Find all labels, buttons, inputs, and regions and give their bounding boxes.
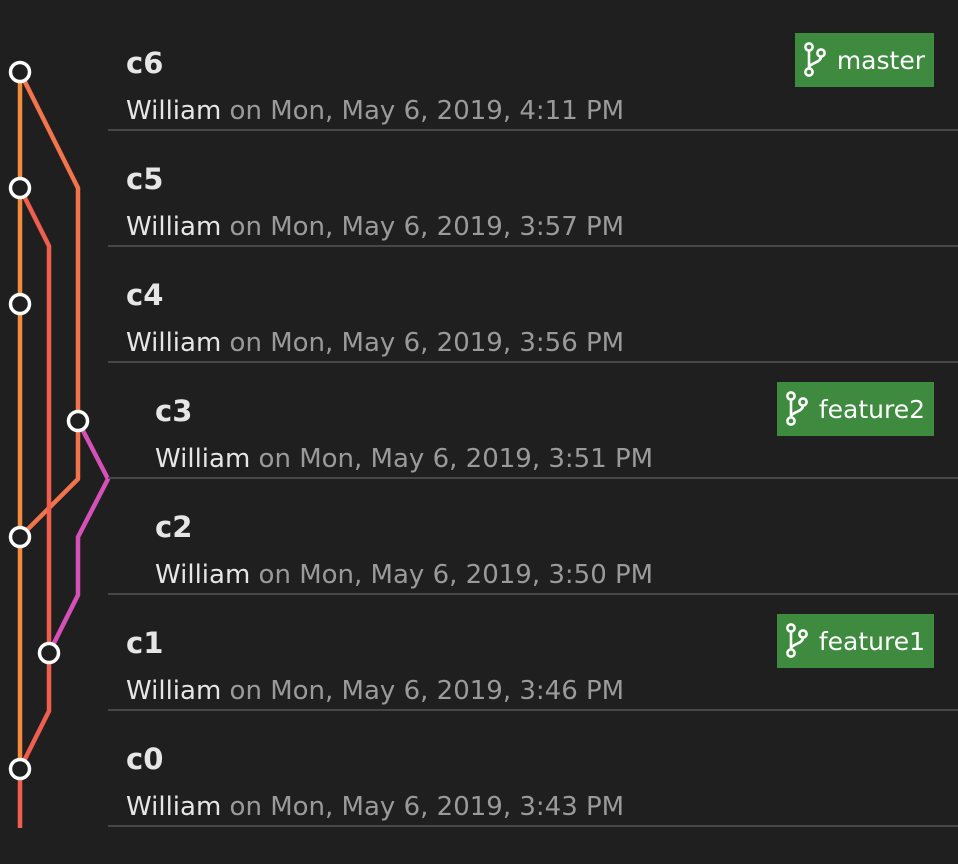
commit-meta: William on Mon, May 6, 2019, 3:50 PM xyxy=(155,562,653,588)
branch-badge-feature1[interactable]: feature1 xyxy=(776,614,934,668)
commit-author: William xyxy=(126,96,222,126)
commit-date: on Mon, May 6, 2019, 3:43 PM xyxy=(221,792,625,822)
branch-badge-feature2[interactable]: feature2 xyxy=(776,382,934,436)
commit-title: c3 xyxy=(155,394,193,428)
commit-date: on Mon, May 6, 2019, 3:51 PM xyxy=(250,444,654,474)
commit-row-c1[interactable]: c1 William on Mon, May 6, 2019, 3:46 PM … xyxy=(108,596,958,711)
commit-title: c2 xyxy=(155,510,193,544)
commit-row-c2[interactable]: c2 William on Mon, May 6, 2019, 3:50 PM xyxy=(108,480,958,595)
commit-row-c6[interactable]: c6 William on Mon, May 6, 2019, 4:11 PM … xyxy=(108,16,958,131)
commit-date: on Mon, May 6, 2019, 3:56 PM xyxy=(221,328,625,358)
commit-graph xyxy=(8,60,111,828)
commit-node-c4[interactable] xyxy=(8,292,32,316)
commit-meta: William on Mon, May 6, 2019, 3:51 PM xyxy=(155,446,653,472)
commit-title: c5 xyxy=(126,162,164,196)
commit-title: c4 xyxy=(126,278,164,312)
commit-row-c4[interactable]: c4 William on Mon, May 6, 2019, 3:56 PM xyxy=(108,248,958,363)
commit-author: William xyxy=(126,676,222,706)
commit-author: William xyxy=(155,444,251,474)
commit-node-c0[interactable] xyxy=(8,757,32,781)
branch-label: feature2 xyxy=(818,394,925,424)
commit-date: on Mon, May 6, 2019, 3:50 PM xyxy=(250,560,654,590)
commit-title: c6 xyxy=(126,46,164,80)
commit-node-c3[interactable] xyxy=(66,409,90,433)
commit-node-c2[interactable] xyxy=(8,525,32,549)
commit-row-c3[interactable]: c3 William on Mon, May 6, 2019, 3:51 PM … xyxy=(108,364,958,479)
commit-meta: William on Mon, May 6, 2019, 3:46 PM xyxy=(126,678,624,704)
commit-title: c1 xyxy=(126,626,164,660)
graph-lines xyxy=(17,70,111,828)
commit-row-c5[interactable]: c5 William on Mon, May 6, 2019, 3:57 PM xyxy=(108,132,958,247)
commit-author: William xyxy=(155,560,251,590)
commit-author: William xyxy=(126,792,222,822)
commit-row-c0[interactable]: c0 William on Mon, May 6, 2019, 3:43 PM xyxy=(108,712,958,827)
commit-node-c5[interactable] xyxy=(8,176,32,200)
branch-label: feature1 xyxy=(818,626,925,656)
commit-author: William xyxy=(126,212,222,242)
git-branch-icon xyxy=(785,623,808,658)
git-branch-icon xyxy=(803,42,826,77)
commit-date: on Mon, May 6, 2019, 4:11 PM xyxy=(221,96,625,126)
git-branch-icon xyxy=(785,391,808,426)
commit-date: on Mon, May 6, 2019, 3:46 PM xyxy=(221,676,625,706)
branch-badge-master[interactable]: master xyxy=(794,33,934,87)
commit-meta: William on Mon, May 6, 2019, 3:56 PM xyxy=(126,330,624,356)
commit-date: on Mon, May 6, 2019, 3:57 PM xyxy=(221,212,625,242)
commit-meta: William on Mon, May 6, 2019, 3:43 PM xyxy=(126,794,624,820)
commit-node-c6[interactable] xyxy=(8,60,32,84)
lane-feature1 xyxy=(17,186,52,828)
commit-meta: William on Mon, May 6, 2019, 4:11 PM xyxy=(126,98,624,124)
commit-meta: William on Mon, May 6, 2019, 3:57 PM xyxy=(126,214,624,240)
commit-author: William xyxy=(126,328,222,358)
branch-label: master xyxy=(836,45,925,75)
commit-node-c1[interactable] xyxy=(37,641,61,665)
commit-title: c0 xyxy=(126,742,164,776)
